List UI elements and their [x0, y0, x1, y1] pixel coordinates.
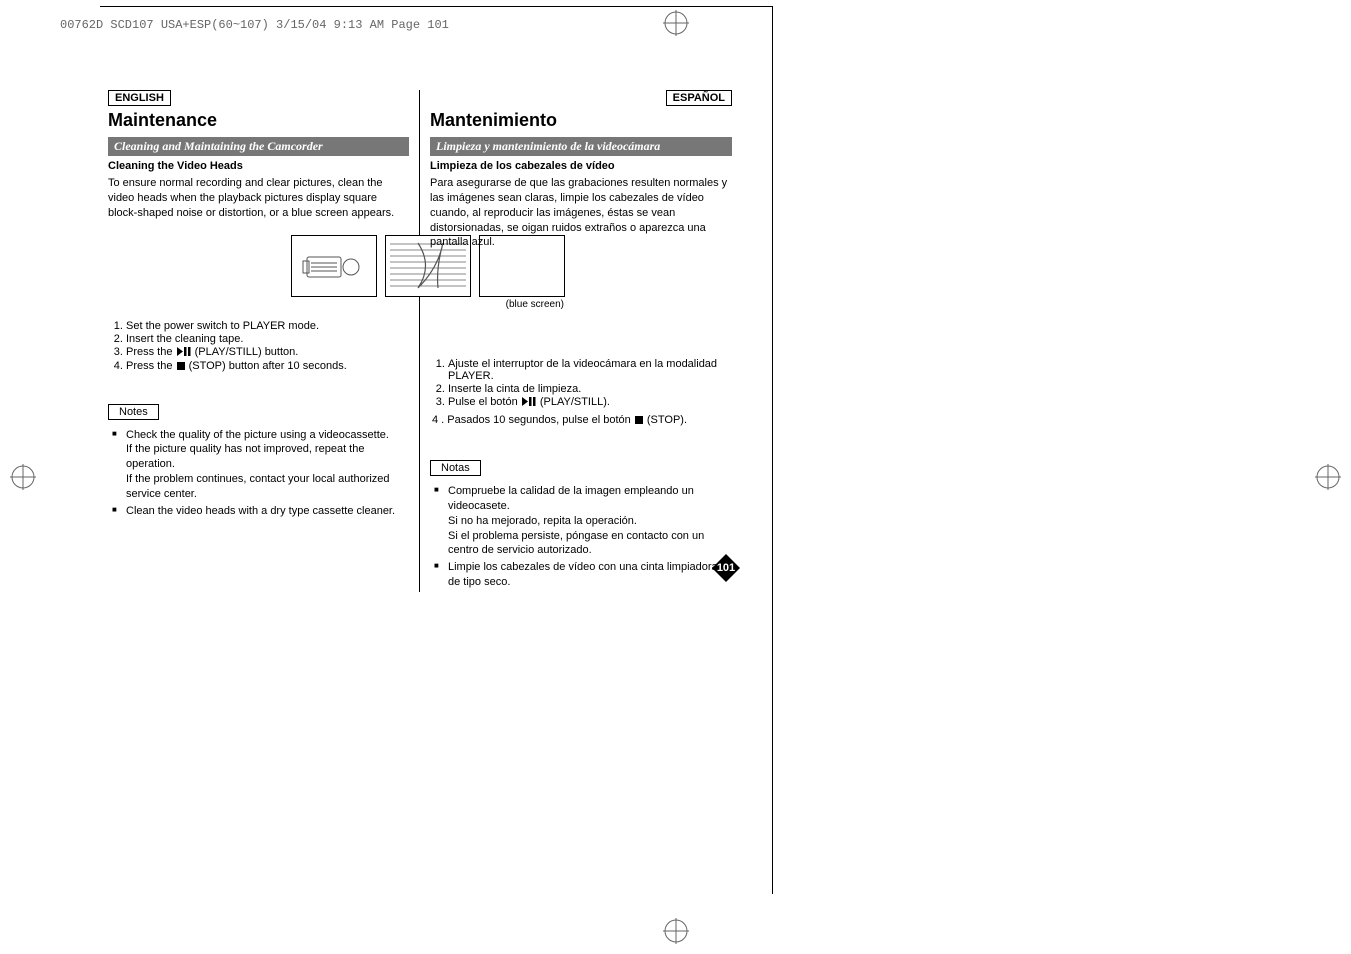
list-item: Insert the cleaning tape. — [126, 333, 409, 345]
list-item: Pulse el botón (PLAY/STILL). — [448, 396, 732, 409]
list-item: Clean the video heads with a dry type ca… — [112, 504, 409, 519]
subheading-english: Cleaning the Video Heads — [108, 160, 409, 172]
steps-list-spanish: Ajuste el interruptor de la videocámara … — [430, 358, 732, 409]
page-number-badge-icon: 101 — [712, 554, 740, 582]
section-title-english: Maintenance — [108, 110, 409, 131]
subheading-spanish: Limpieza de los cabezales de vídeo — [430, 160, 732, 172]
list-item: Press the (PLAY/STILL) button. — [126, 346, 409, 359]
crop-mark-left-icon — [10, 464, 36, 490]
list-item: Compruebe la calidad de la imagen emplea… — [434, 484, 732, 558]
play-still-icon — [177, 347, 191, 359]
list-item: Limpie los cabezales de vídeo con una ci… — [434, 560, 732, 590]
language-badge-english: ENGLISH — [108, 90, 171, 106]
step-text: (STOP). — [647, 414, 687, 426]
stop-icon — [177, 362, 185, 370]
column-spanish: ESPAÑOL Mantenimiento Limpieza y manteni… — [420, 90, 740, 592]
notes-list-english: Check the quality of the picture using a… — [108, 428, 409, 519]
subsection-bar-spanish: Limpieza y mantenimiento de la videocáma… — [430, 137, 732, 156]
list-item: Inserte la cinta de limpieza. — [448, 383, 732, 395]
figure-camcorder-icon — [291, 235, 377, 297]
page-number: 101 — [712, 554, 740, 582]
list-item: Check the quality of the picture using a… — [112, 428, 409, 502]
steps-list-english: Set the power switch to PLAYER mode. Ins… — [108, 320, 409, 372]
list-item: Set the power switch to PLAYER mode. — [126, 320, 409, 332]
two-column-layout: ENGLISH Maintenance Cleaning and Maintai… — [100, 90, 760, 592]
language-badge-spanish: ESPAÑOL — [666, 90, 732, 106]
play-still-icon — [522, 397, 536, 409]
notes-list-spanish: Compruebe la calidad de la imagen emplea… — [430, 484, 732, 590]
notes-label-english: Notes — [108, 404, 159, 420]
step-text: Press the — [126, 360, 176, 372]
step-text: (PLAY/STILL). — [540, 396, 610, 408]
step-text: (PLAY/STILL) button. — [195, 346, 299, 358]
subsection-bar-english: Cleaning and Maintaining the Camcorder — [108, 137, 409, 156]
stop-icon — [635, 416, 643, 424]
page: 00762D SCD107 USA+ESP(60~107) 3/15/04 9:… — [0, 0, 1351, 954]
notes-label-spanish: Notas — [430, 460, 481, 476]
crop-mark-top-icon — [663, 10, 689, 36]
crop-mark-right-icon — [1315, 464, 1341, 490]
crop-mark-bottom-icon — [663, 918, 689, 944]
step-4-spanish: 4 . Pasados 10 segundos, pulse el botón … — [432, 413, 732, 428]
step-text: Press the — [126, 346, 176, 358]
step-text: 4 . Pasados 10 segundos, pulse el botón — [432, 414, 634, 426]
column-english: ENGLISH Maintenance Cleaning and Maintai… — [100, 90, 420, 592]
step-text: Pulse el botón — [448, 396, 521, 408]
top-border-rule — [100, 6, 772, 7]
page-number-text: 101 — [717, 562, 735, 574]
print-header: 00762D SCD107 USA+ESP(60~107) 3/15/04 9:… — [60, 18, 449, 32]
list-item: Ajuste el interruptor de la videocámara … — [448, 358, 732, 382]
list-item: Press the (STOP) button after 10 seconds… — [126, 360, 409, 372]
intro-paragraph-spanish: Para asegurarse de que las grabaciones r… — [430, 176, 732, 250]
step-text: (STOP) button after 10 seconds. — [189, 360, 347, 372]
figure-spacer — [430, 250, 732, 352]
section-title-spanish: Mantenimiento — [430, 110, 732, 131]
content: ENGLISH Maintenance Cleaning and Maintai… — [100, 90, 1251, 894]
intro-paragraph-english: To ensure normal recording and clear pic… — [108, 176, 409, 221]
